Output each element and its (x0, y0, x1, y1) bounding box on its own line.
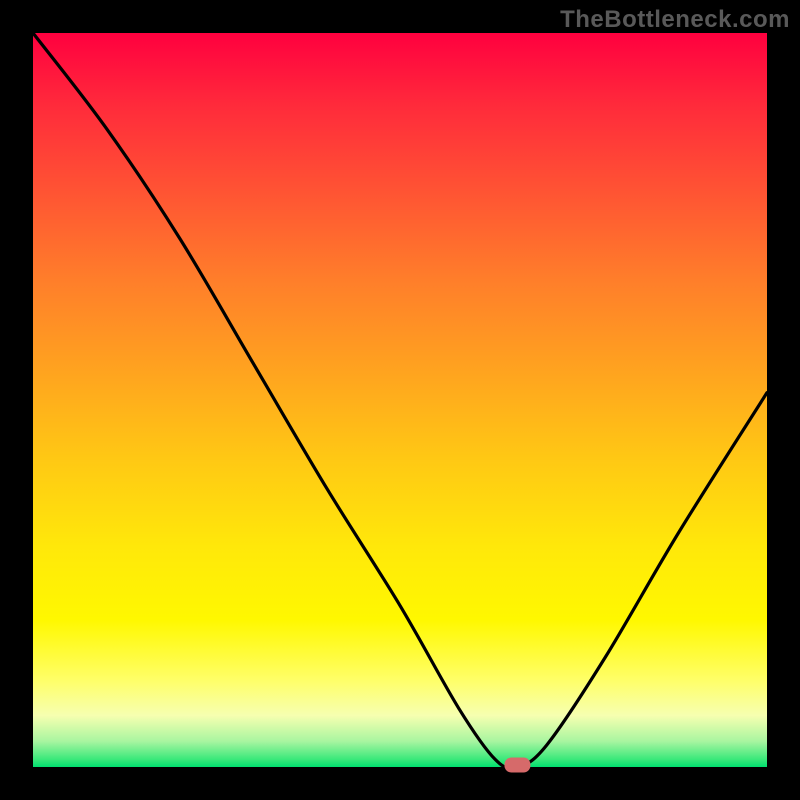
watermark-text: TheBottleneck.com (560, 6, 790, 34)
curve-path (33, 33, 767, 768)
optimum-marker (504, 758, 530, 773)
chart-frame: TheBottleneck.com (0, 0, 800, 800)
bottleneck-curve (33, 33, 767, 767)
plot-area (33, 33, 767, 767)
